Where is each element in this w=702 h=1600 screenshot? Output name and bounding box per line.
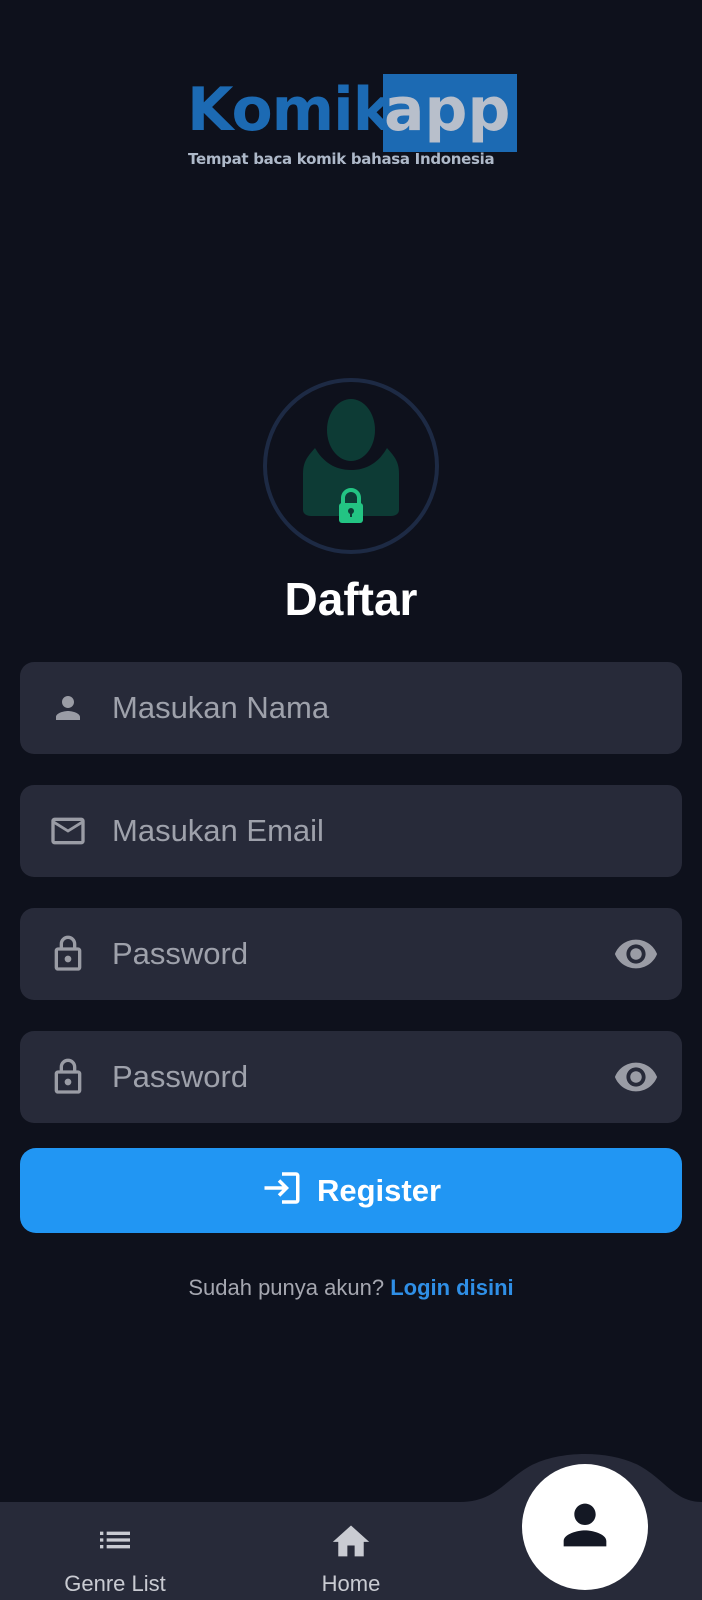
nav-profile-button[interactable]	[522, 1464, 648, 1590]
confirm-password-field[interactable]	[20, 1031, 682, 1123]
register-button-label: Register	[316, 1172, 442, 1208]
email-input[interactable]	[112, 785, 602, 877]
name-input[interactable]	[112, 662, 602, 754]
app-logo: Komik app Tempat baca komik bahasa Indon…	[187, 74, 517, 174]
eye-icon[interactable]	[612, 1053, 660, 1101]
user-lock-avatar-icon	[303, 399, 399, 523]
logo-app-text: app	[384, 75, 511, 145]
page-title: Daftar	[284, 573, 418, 625]
password-input[interactable]	[112, 908, 602, 1000]
profile-icon	[553, 1493, 617, 1562]
list-icon	[95, 1520, 135, 1565]
password-field[interactable]	[20, 908, 682, 1000]
login-link[interactable]: Login disini	[390, 1275, 513, 1300]
login-prompt-text: Sudah punya akun?	[188, 1275, 385, 1300]
nav-home[interactable]: Home	[291, 1520, 411, 1597]
login-prompt: Sudah punya akun? Login disini	[0, 1275, 702, 1301]
lock-icon	[48, 1057, 88, 1097]
person-icon	[48, 688, 88, 728]
confirm-password-input[interactable]	[112, 1031, 602, 1123]
avatar	[263, 378, 439, 554]
home-icon	[329, 1520, 373, 1565]
nav-genre-label: Genre List	[64, 1571, 166, 1596]
nav-home-label: Home	[321, 1571, 381, 1596]
mail-icon	[48, 811, 88, 851]
eye-icon[interactable]	[612, 930, 660, 978]
login-icon	[261, 1167, 303, 1214]
register-button[interactable]: Register	[20, 1148, 682, 1233]
name-field[interactable]	[20, 662, 682, 754]
email-field[interactable]	[20, 785, 682, 877]
logo-komik-text: Komik	[187, 75, 393, 145]
nav-genre-list[interactable]: Genre List	[55, 1520, 175, 1597]
bottom-navigation: Genre List Home	[0, 1450, 702, 1600]
logo-tagline: Tempat baca komik bahasa Indonesia	[188, 150, 495, 168]
lock-icon	[48, 934, 88, 974]
